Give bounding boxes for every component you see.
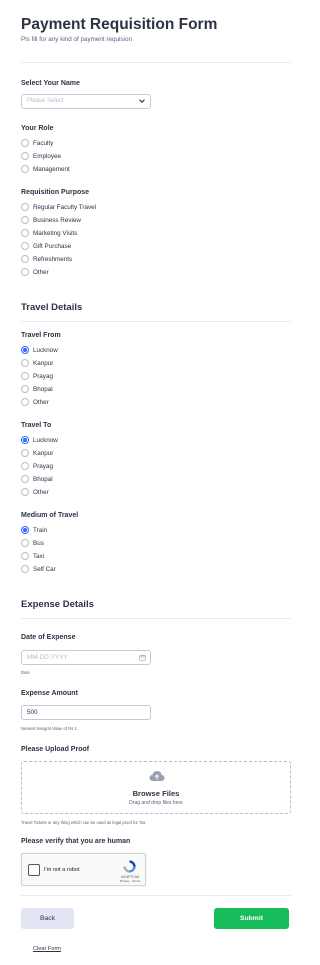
file-upload-dropzone[interactable]: Browse Files Drag and drop files here bbox=[21, 761, 291, 814]
divider bbox=[21, 321, 291, 322]
travel-from-option[interactable]: Bhopal bbox=[21, 384, 53, 394]
travel-from-option[interactable]: Kanpur bbox=[21, 358, 53, 368]
clear-form-link[interactable]: Clear Form bbox=[33, 946, 61, 952]
radio-button[interactable] bbox=[21, 268, 29, 276]
radio-button[interactable] bbox=[21, 165, 29, 173]
medium-option[interactable]: Taxi bbox=[21, 551, 44, 561]
travel-to-option[interactable]: Bhopal bbox=[21, 474, 53, 484]
captcha-text: I'm not a robot bbox=[44, 867, 80, 873]
recaptcha-logo-icon bbox=[123, 860, 136, 873]
role-option[interactable]: Faculty bbox=[21, 138, 53, 148]
upload-label: Please Upload Proof bbox=[21, 746, 90, 753]
chevron-down-icon bbox=[139, 99, 145, 103]
amount-label: Expense Amount bbox=[21, 690, 78, 697]
radio-button[interactable] bbox=[21, 255, 29, 263]
browse-files-button[interactable]: Browse Files bbox=[22, 789, 290, 798]
purpose-option[interactable]: Marketing Visits bbox=[21, 228, 77, 238]
upload-hint: Travel Tickets or any thing which can be… bbox=[21, 820, 146, 825]
date-hint: Date bbox=[21, 670, 30, 675]
purpose-option[interactable]: Other bbox=[21, 267, 49, 277]
travel-from-option[interactable]: Prayag bbox=[21, 371, 53, 381]
radio-button[interactable] bbox=[21, 565, 29, 573]
radio-button[interactable] bbox=[21, 203, 29, 211]
radio-button[interactable] bbox=[21, 359, 29, 367]
travel-from-option[interactable]: Other bbox=[21, 397, 49, 407]
medium-option[interactable]: Bus bbox=[21, 538, 44, 548]
form-title: Payment Requisition Form bbox=[21, 16, 218, 33]
travel-to-option[interactable]: Kanpur bbox=[21, 448, 53, 458]
radio-button[interactable] bbox=[21, 152, 29, 160]
travel-to-option[interactable]: Lucknow bbox=[21, 435, 58, 445]
role-option[interactable]: Management bbox=[21, 164, 70, 174]
name-dropdown-placeholder: Please Select bbox=[27, 98, 64, 104]
travel-to-option[interactable]: Other bbox=[21, 487, 49, 497]
travel-to-option[interactable]: Prayag bbox=[21, 461, 53, 471]
radio-button-checked[interactable] bbox=[21, 436, 29, 444]
expense-details-title: Expense Details bbox=[21, 599, 94, 610]
role-option[interactable]: Employee bbox=[21, 151, 61, 161]
captcha-label: Please verify that you are human bbox=[21, 838, 131, 845]
select-name-label: Select Your Name bbox=[21, 80, 80, 87]
recaptcha-links[interactable]: Privacy - Terms bbox=[116, 879, 144, 883]
amount-hint: Nearest Integral Value of Rs 1. bbox=[21, 726, 78, 731]
medium-option[interactable]: Train bbox=[21, 525, 47, 535]
radio-button[interactable] bbox=[21, 462, 29, 470]
radio-button-checked[interactable] bbox=[21, 346, 29, 354]
form-subtitle: Pls fill for any kind of payment requisi… bbox=[21, 36, 132, 43]
amount-input[interactable]: 500 bbox=[21, 705, 151, 720]
radio-button[interactable] bbox=[21, 139, 29, 147]
date-label: Date of Expense bbox=[21, 634, 76, 641]
cloud-upload-icon bbox=[149, 771, 165, 781]
radio-button[interactable] bbox=[21, 216, 29, 224]
back-button[interactable]: Back bbox=[21, 908, 74, 929]
radio-button[interactable] bbox=[21, 488, 29, 496]
name-dropdown[interactable]: Please Select bbox=[21, 94, 151, 109]
purpose-label: Requisition Purpose bbox=[21, 189, 90, 196]
travel-to-label: Travel To bbox=[21, 422, 52, 429]
divider bbox=[21, 618, 291, 619]
radio-button[interactable] bbox=[21, 229, 29, 237]
radio-button[interactable] bbox=[21, 398, 29, 406]
medium-label: Medium of Travel bbox=[21, 512, 79, 519]
date-input[interactable]: MM-DD-YYYY bbox=[21, 650, 151, 665]
medium-option[interactable]: Self Car bbox=[21, 564, 56, 574]
radio-button[interactable] bbox=[21, 385, 29, 393]
radio-button[interactable] bbox=[21, 372, 29, 380]
travel-from-option[interactable]: Lucknow bbox=[21, 345, 58, 355]
divider bbox=[21, 62, 291, 63]
drag-drop-text: Drag and drop files here bbox=[129, 800, 183, 806]
purpose-option[interactable]: Gift Purchase bbox=[21, 241, 71, 251]
radio-button[interactable] bbox=[21, 539, 29, 547]
radio-button[interactable] bbox=[21, 242, 29, 250]
radio-button[interactable] bbox=[21, 449, 29, 457]
divider bbox=[21, 895, 291, 896]
purpose-option[interactable]: Business Review bbox=[21, 215, 81, 225]
captcha-checkbox[interactable] bbox=[28, 864, 40, 876]
submit-button[interactable]: Submit bbox=[214, 908, 289, 929]
travel-from-label: Travel From bbox=[21, 332, 61, 339]
radio-button[interactable] bbox=[21, 475, 29, 483]
amount-value: 500 bbox=[27, 709, 38, 716]
recaptcha-widget: I'm not a robot reCAPTCHA Privacy - Term… bbox=[21, 853, 146, 886]
form-header: Payment Requisition Form Pls fill for an… bbox=[21, 15, 291, 43]
calendar-icon[interactable] bbox=[139, 654, 146, 661]
radio-button-checked[interactable] bbox=[21, 526, 29, 534]
purpose-option[interactable]: Refreshments bbox=[21, 254, 72, 264]
radio-button[interactable] bbox=[21, 552, 29, 560]
travel-details-title: Travel Details bbox=[21, 302, 83, 313]
date-placeholder: MM-DD-YYYY bbox=[27, 654, 68, 661]
purpose-option[interactable]: Regular Faculty Travel bbox=[21, 202, 96, 212]
role-label: Your Role bbox=[21, 125, 54, 132]
